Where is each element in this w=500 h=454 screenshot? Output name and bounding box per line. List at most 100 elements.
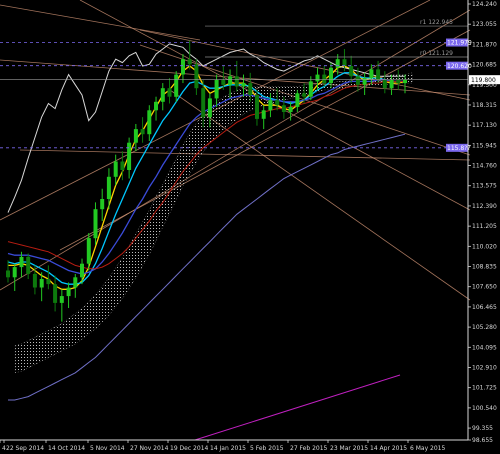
y-tick-label: 107.650 xyxy=(472,284,497,291)
x-tick-label: 14 Jan 2015 xyxy=(210,445,246,452)
candle-body xyxy=(214,79,219,99)
candle-body xyxy=(302,93,307,97)
cloud-area xyxy=(14,72,413,374)
candle-body xyxy=(19,256,24,268)
candle-body xyxy=(39,279,44,288)
y-tick-label: 114.760 xyxy=(472,163,497,170)
candle-body xyxy=(234,76,239,87)
trendline xyxy=(0,4,201,41)
x-tick-label: 5 Nov 2014 xyxy=(90,445,125,452)
candle-body xyxy=(93,209,98,239)
trendline xyxy=(0,9,471,291)
candle-body xyxy=(80,263,84,278)
candle-body xyxy=(281,105,286,112)
candle-body xyxy=(187,59,192,65)
x-tick-label: 14 Oct 2014 xyxy=(48,445,85,452)
indicator-line-4 xyxy=(8,133,406,401)
y-tick-label: 104.095 xyxy=(472,344,497,351)
candle-body xyxy=(288,106,293,112)
y-tick-label: 121.870 xyxy=(472,41,497,48)
chart-canvas: 121.979120.620115.8??r1 122.945r0 121.12… xyxy=(0,0,500,452)
candle-body xyxy=(100,199,105,210)
y-tick-label: 123.055 xyxy=(472,21,497,28)
candle-body xyxy=(228,76,233,85)
y-tick-label: 117.130 xyxy=(472,122,497,129)
candle-body xyxy=(160,88,165,102)
chart: 121.979 120.620 115.8?? r1 122.945 r0 121.12… xyxy=(0,0,500,454)
y-tick-label: 112.390 xyxy=(472,203,497,210)
y-tick-label: 99.355 xyxy=(472,425,493,432)
candle-body xyxy=(382,79,387,89)
candle-body xyxy=(194,64,199,89)
trendline-magenta xyxy=(194,374,401,441)
candle-body xyxy=(207,98,212,118)
candle-body xyxy=(181,59,185,75)
candle-body xyxy=(127,142,132,170)
candle-body xyxy=(268,100,273,111)
candle-body xyxy=(73,277,78,288)
y-tick-label: 100.540 xyxy=(472,405,497,412)
candle-body xyxy=(362,78,367,85)
candle-body xyxy=(201,88,206,118)
indicator-line-0 xyxy=(8,65,406,290)
indicator-line-3 xyxy=(7,80,405,270)
x-tick-label: 23 Mar 2015 xyxy=(330,445,368,452)
y-tick-label: 111.205 xyxy=(472,223,497,230)
candle-body xyxy=(396,79,401,84)
level-label: 115.8?? xyxy=(447,145,471,152)
y-tick-label: 124.240 xyxy=(472,1,497,8)
x-tick-label: 27 Nov 2014 xyxy=(130,445,169,452)
candle-body xyxy=(26,256,31,274)
candle-body xyxy=(86,238,91,264)
x-tick-label: 6 May 2015 xyxy=(410,445,445,452)
candle-body xyxy=(389,79,394,89)
candle-body xyxy=(12,267,17,278)
candle-body xyxy=(295,93,300,107)
candle-body xyxy=(315,74,320,82)
x-tick-label: 14 Apr 2015 xyxy=(370,445,407,452)
candle-body xyxy=(53,284,58,303)
candle-body xyxy=(120,161,125,170)
y-tick-label: 108.835 xyxy=(472,264,497,271)
candle-body xyxy=(140,129,145,135)
candle-body xyxy=(59,296,64,303)
candle-body xyxy=(322,74,327,84)
y-tick-label: 101.725 xyxy=(472,385,497,392)
candle-body xyxy=(46,279,51,285)
candle-body xyxy=(167,88,172,97)
candle-body xyxy=(403,79,407,84)
y-tick-label: 98.655 xyxy=(472,437,493,444)
candle-body xyxy=(221,79,226,85)
candle-body xyxy=(355,76,360,85)
y-tick-label: 110.020 xyxy=(472,243,497,250)
candle-body xyxy=(154,101,158,111)
candle-body xyxy=(376,69,381,80)
candle-body xyxy=(261,110,266,119)
candle-body xyxy=(349,66,354,77)
fib-label: r1 122.945 xyxy=(420,19,453,26)
candle-body xyxy=(66,287,71,297)
candle-body xyxy=(106,176,111,199)
y-tick-label: 120.685 xyxy=(472,62,497,69)
candle-body xyxy=(133,129,138,143)
ichimoku-cloud xyxy=(14,72,413,374)
indicator-line-1 xyxy=(7,72,405,285)
candle-body xyxy=(255,95,259,119)
fib-label: r0 121.129 xyxy=(420,50,453,57)
candle-body xyxy=(335,59,340,68)
candle-body xyxy=(113,161,118,177)
y-tick-label: 113.575 xyxy=(472,183,497,190)
x-tick-label: 22 Sep 2014 xyxy=(6,445,44,452)
candle-body xyxy=(342,59,347,66)
axes: 124.240 123.055 121.870 120.685 119.500 118.3… xyxy=(0,0,497,452)
y-tick-label: 102.910 xyxy=(472,364,497,371)
y-tick-label: 106.465 xyxy=(472,304,497,311)
x-tick-label: 19 Dec 2014 xyxy=(170,445,209,452)
y-tick-label: 119.500 xyxy=(472,82,497,89)
candle-body xyxy=(32,273,37,288)
candle-body xyxy=(6,270,10,278)
candle-body xyxy=(174,74,179,97)
candle-body xyxy=(308,81,313,97)
x-tick-label: 5 Feb 2015 xyxy=(250,445,284,452)
candle-body xyxy=(329,67,333,83)
